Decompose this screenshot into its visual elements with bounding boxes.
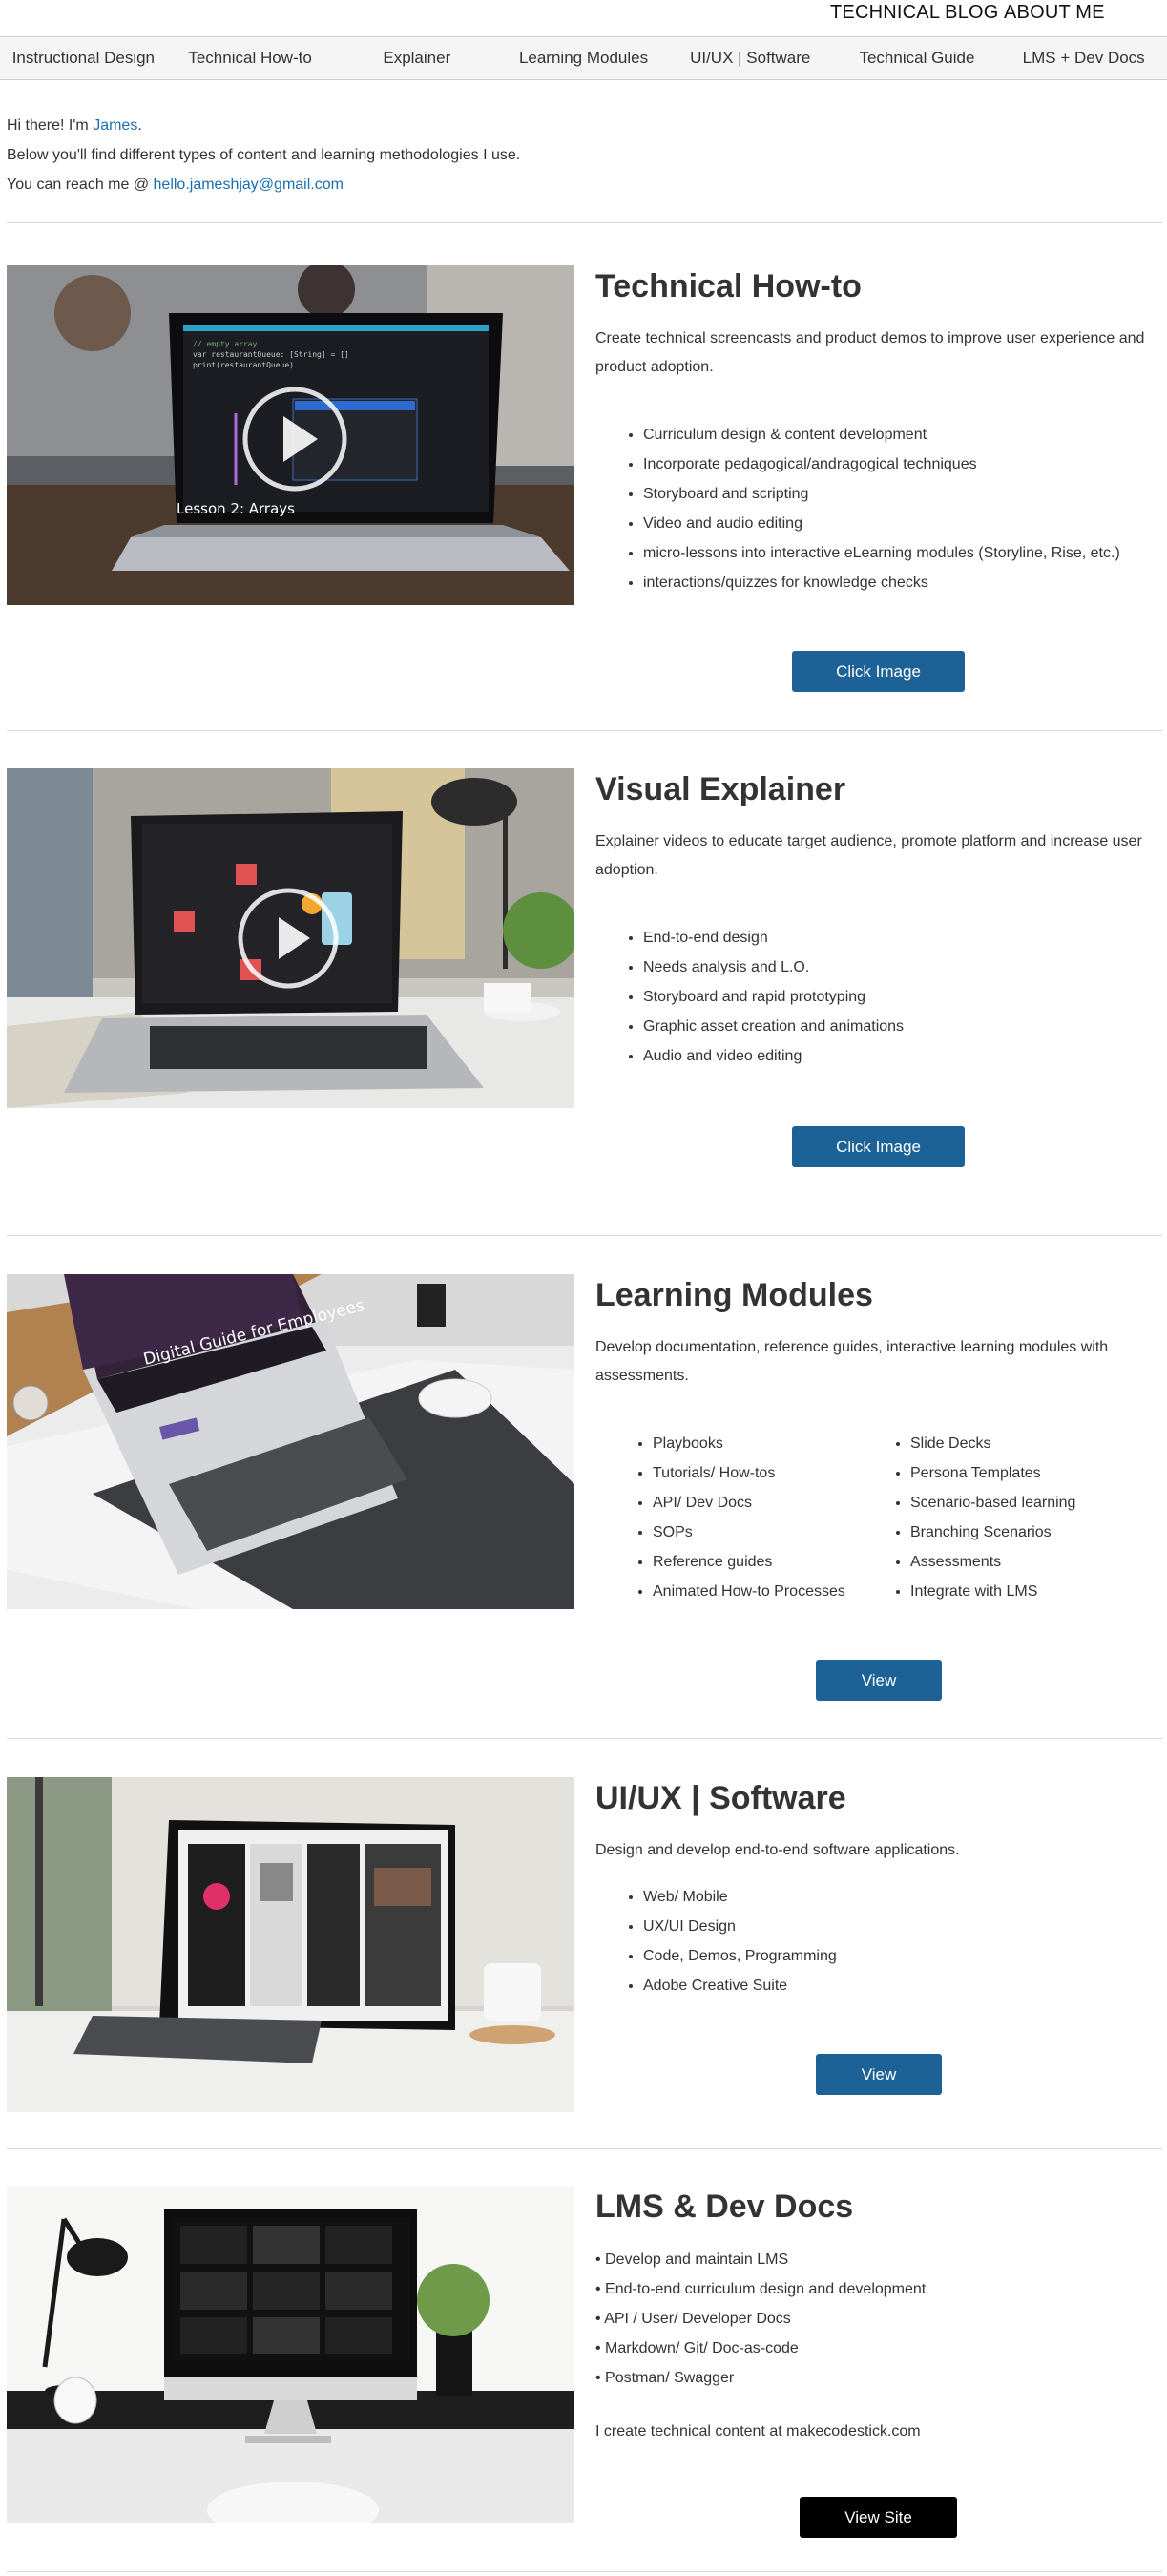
section-description: Explainer videos to educate target audie… (595, 833, 1142, 878)
list-item: Incorporate pedagogical/andragogical tec… (643, 450, 1158, 479)
list-item: Slide Decks (910, 1429, 1075, 1458)
list-item: • End-to-end curriculum design and devel… (595, 2281, 927, 2297)
list-item: • Develop and maintain LMS (595, 2251, 789, 2268)
feature-list-left: Playbooks Tutorials/ How-tos API/ Dev Do… (595, 1429, 882, 1606)
list-item: Tutorials/ How-tos (653, 1458, 882, 1488)
category-tab-bar: Instructional Design Technical How-to Ex… (0, 36, 1167, 80)
feature-list: Curriculum design & content development … (595, 420, 1158, 597)
list-item: Curriculum design & content development (643, 420, 1158, 450)
greeting-suffix: . (137, 117, 142, 134)
section-title: Technical How-to (595, 268, 862, 304)
screen-caption: Lesson 2: Arrays (177, 500, 295, 517)
explainer-click-image-button[interactable]: Click Image (792, 1126, 965, 1167)
feature-list-right: Slide Decks Persona Templates Scenario-b… (882, 1429, 1075, 1606)
tab-learning-modules[interactable]: Learning Modules (500, 37, 667, 79)
divider (7, 2148, 1162, 2149)
tab-technical-how-to[interactable]: Technical How-to (167, 37, 334, 79)
learning-modules-view-button[interactable]: View (816, 1660, 942, 1701)
list-item: Video and audio editing (643, 509, 1158, 538)
contact-prefix: You can reach me @ (7, 177, 154, 193)
divider (7, 1235, 1162, 1236)
tab-technical-guide[interactable]: Technical Guide (834, 37, 1001, 79)
how-to-click-image-button[interactable]: Click Image (792, 651, 965, 692)
list-item: • Postman/ Swagger (595, 2370, 735, 2386)
intro-greeting: Hi there! I'm James. (7, 111, 520, 140)
ui-ux-image[interactable] (7, 1777, 574, 2112)
list-item: API/ Dev Docs (653, 1488, 882, 1518)
section-footer-text: I create technical content at makecodest… (595, 2423, 921, 2440)
list-item: Storyboard and rapid prototyping (643, 982, 1158, 1012)
feature-list: • Develop and maintain LMS • End-to-end … (595, 2245, 1158, 2393)
list-item: Web/ Mobile (643, 1882, 1158, 1912)
section-title: UI/UX | Software (595, 1780, 846, 1816)
explainer-video-thumbnail[interactable] (7, 768, 574, 1108)
list-item: Storyboard and scripting (643, 479, 1158, 509)
list-item: Playbooks (653, 1429, 882, 1458)
tab-instructional-design[interactable]: Instructional Design (0, 37, 167, 79)
list-item: micro-lessons into interactive eLearning… (643, 538, 1158, 568)
section-title: Visual Explainer (595, 771, 846, 807)
divider (7, 222, 1162, 223)
learning-modules-content: Learning Modules Develop documentation, … (595, 1274, 1158, 1606)
ui-ux-content: UI/UX | Software Design and develop end-… (595, 1777, 1158, 2000)
intro-text: Hi there! I'm James. Below you'll find d… (7, 111, 520, 199)
list-item: SOPs (653, 1518, 882, 1547)
divider (7, 2571, 1162, 2572)
intro-contact: You can reach me @ hello.jameshjay@gmail… (7, 170, 520, 199)
how-to-content: Technical How-to Create technical screen… (595, 265, 1158, 597)
list-item: Graphic asset creation and animations (643, 1012, 1158, 1041)
tab-explainer[interactable]: Explainer (333, 37, 500, 79)
list-item: Audio and video editing (643, 1041, 1158, 1071)
greeting-prefix: Hi there! I'm (7, 117, 94, 134)
svg-text:// empty array: // empty array (193, 340, 258, 348)
lms-content: LMS & Dev Docs • Develop and maintain LM… (595, 2186, 1158, 2446)
divider (7, 730, 1162, 731)
list-item: UX/UI Design (643, 1912, 1158, 1941)
how-to-video-thumbnail[interactable]: // empty array var restaurantQueue: [Str… (7, 265, 574, 605)
feature-list: Web/ Mobile UX/UI Design Code, Demos, Pr… (595, 1882, 1158, 2000)
feature-list: End-to-end design Needs analysis and L.O… (595, 923, 1158, 1071)
list-item: Branching Scenarios (910, 1518, 1075, 1547)
lms-view-site-button[interactable]: View Site (800, 2497, 957, 2538)
lms-image[interactable] (7, 2186, 574, 2523)
explainer-content: Visual Explainer Explainer videos to edu… (595, 768, 1158, 1071)
list-item: Assessments (910, 1547, 1075, 1577)
section-title: LMS & Dev Docs (595, 2189, 854, 2225)
list-item: Adobe Creative Suite (643, 1971, 1158, 2000)
list-item: Needs analysis and L.O. (643, 953, 1158, 982)
tab-ui-ux-software[interactable]: UI/UX | Software (667, 37, 834, 79)
list-item: Code, Demos, Programming (643, 1941, 1158, 1971)
list-item: Scenario-based learning (910, 1488, 1075, 1518)
top-bar: TECHNICAL BLOG ABOUT ME (0, 0, 1167, 34)
svg-text:var restaurantQueue: [String]: var restaurantQueue: [String] = [] (193, 350, 349, 359)
list-item: interactions/quizzes for knowledge check… (643, 568, 1158, 597)
list-item: Integrate with LMS (910, 1577, 1075, 1606)
list-item: End-to-end design (643, 923, 1158, 953)
tab-lms-dev-docs[interactable]: LMS + Dev Docs (1000, 37, 1167, 79)
list-item: Animated How-to Processes (653, 1577, 882, 1606)
list-item: Reference guides (653, 1547, 882, 1577)
list-item: Persona Templates (910, 1458, 1075, 1488)
section-description: Create technical screencasts and product… (595, 330, 1145, 375)
nav-about-me-link[interactable]: ABOUT ME (1004, 2, 1105, 24)
name-link[interactable]: James (93, 117, 137, 134)
nav-technical-blog-link[interactable]: TECHNICAL BLOG (830, 2, 999, 24)
feature-columns: Playbooks Tutorials/ How-tos API/ Dev Do… (595, 1429, 1158, 1606)
ui-ux-view-button[interactable]: View (816, 2054, 942, 2095)
section-description: Develop documentation, reference guides,… (595, 1339, 1109, 1384)
list-item: • Markdown/ Git/ Doc-as-code (595, 2340, 799, 2356)
learning-modules-image[interactable]: Digital Guide for Employees (7, 1274, 574, 1609)
list-item: • API / User/ Developer Docs (595, 2311, 791, 2327)
svg-text:print(restaurantQueue): print(restaurantQueue) (193, 361, 294, 369)
intro-description: Below you'll find different types of con… (7, 147, 521, 163)
divider (7, 1738, 1162, 1739)
section-title: Learning Modules (595, 1277, 873, 1313)
section-description: Design and develop end-to-end software a… (595, 1842, 960, 1858)
email-link[interactable]: hello.jameshjay@gmail.com (154, 177, 344, 193)
